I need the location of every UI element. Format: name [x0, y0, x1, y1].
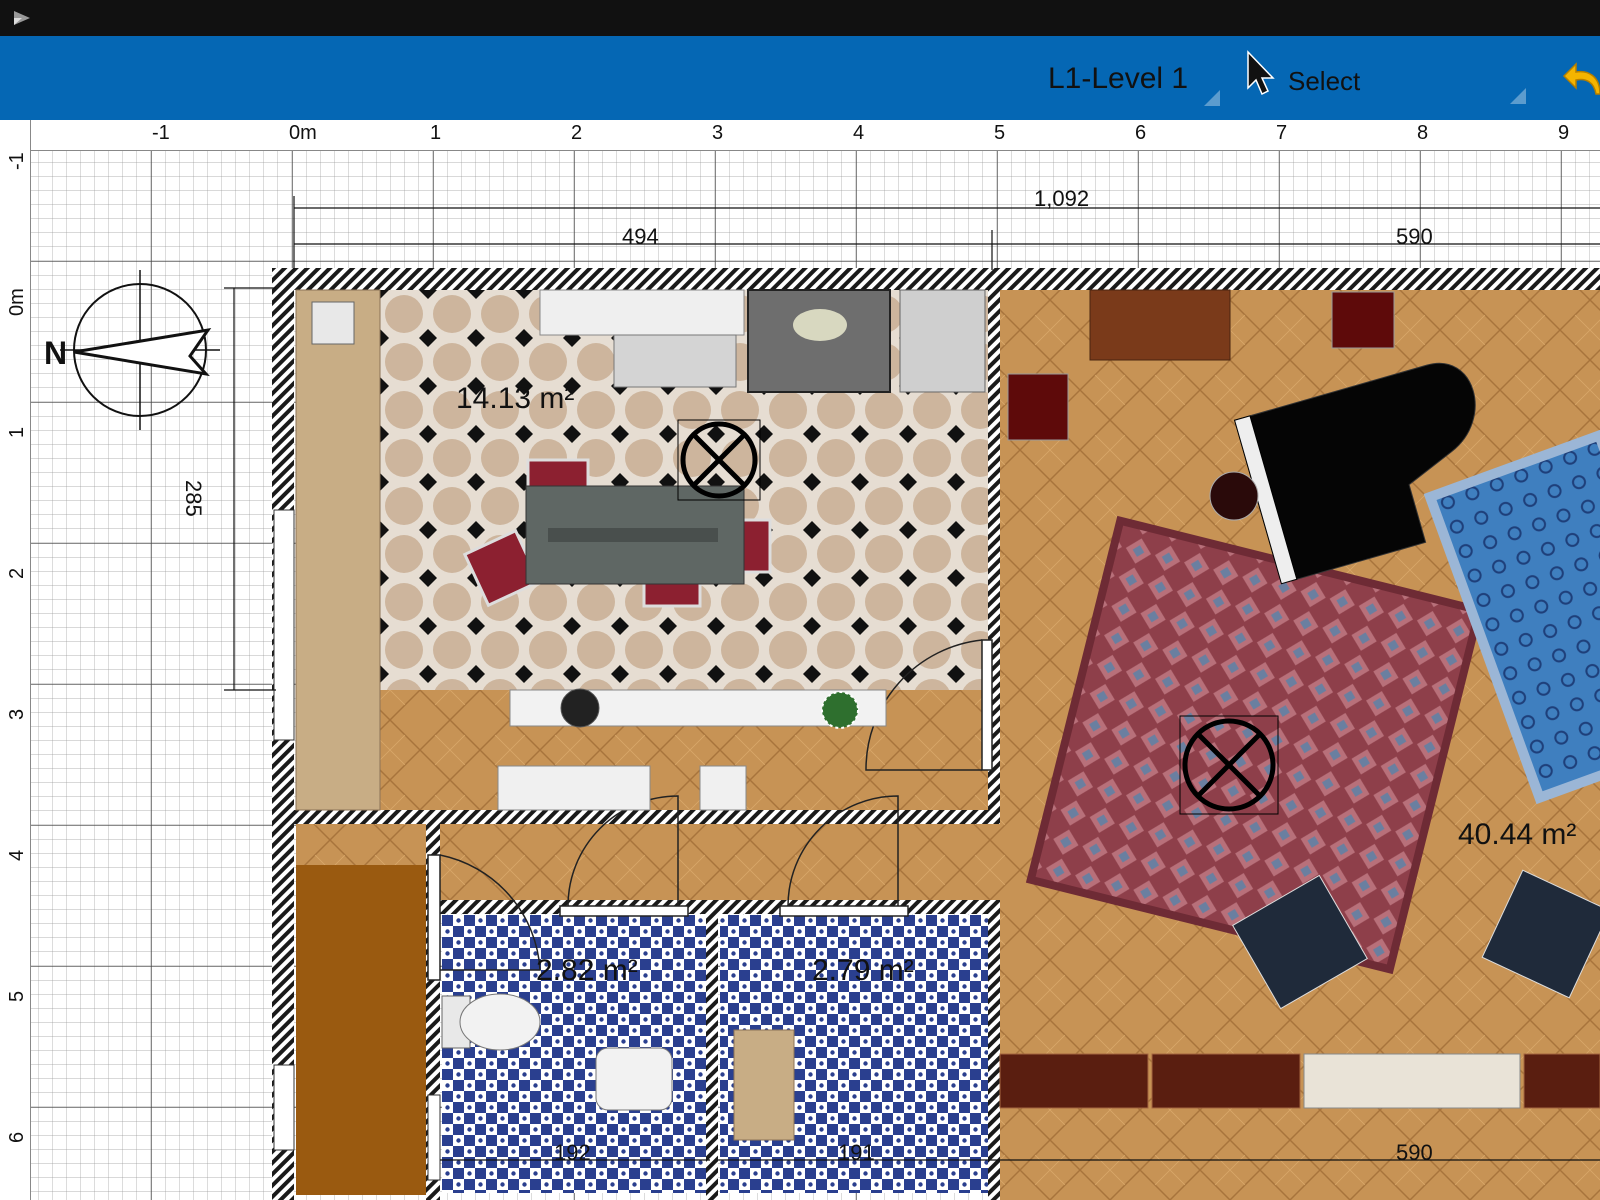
vertical-ruler[interactable]: -1 0m 1 2 3 4 5 6	[0, 120, 31, 1200]
bath1-door-side[interactable]	[427, 1094, 441, 1181]
living-bench-2[interactable]	[1151, 1053, 1301, 1109]
ruler-h-tick: 7	[1276, 122, 1288, 144]
dimension-living-width-top[interactable]: 590	[1396, 224, 1433, 250]
plant[interactable]	[821, 691, 859, 729]
ruler-h-tick: 6	[1135, 122, 1147, 144]
kitchen-stove[interactable]	[747, 289, 891, 393]
record-player[interactable]	[560, 688, 600, 728]
window-left-1[interactable]	[273, 509, 295, 741]
dimension-kitchen-height[interactable]: 285	[180, 480, 206, 517]
ruler-v-tick: 1	[6, 426, 28, 438]
kitchen-area-label[interactable]: 14.13 m²	[456, 382, 574, 416]
ruler-h-tick: 1	[430, 122, 442, 144]
dimension-living-width-bottom[interactable]: 590	[1396, 1140, 1433, 1166]
kitchen-bottom-counter[interactable]	[497, 765, 651, 811]
dimension-total-width[interactable]: 1,092	[1034, 186, 1089, 212]
living-bench-1[interactable]	[999, 1053, 1149, 1109]
horizontal-ruler[interactable]: -1 0m 1 2 3 4 5 6 7 8 9	[0, 120, 1600, 151]
toolbar: L1-Level 1 Select	[0, 36, 1600, 120]
washbasin[interactable]	[595, 1047, 673, 1111]
window-left-2[interactable]	[273, 1064, 295, 1151]
dimension-kitchen-width[interactable]: 494	[622, 224, 659, 250]
ruler-h-tick: -1	[152, 122, 170, 144]
floor-plan[interactable]: N	[0, 120, 1600, 1200]
ruler-h-tick: 2	[571, 122, 583, 144]
living-stool-2[interactable]	[1007, 373, 1069, 441]
ruler-h-tick: 4	[853, 122, 865, 144]
ruler-v-tick: 0m	[6, 288, 28, 316]
pointer-arrow-icon	[1247, 50, 1275, 96]
level-label: L1-Level 1	[1048, 62, 1189, 95]
mode-dropdown-indicator	[1510, 88, 1526, 104]
level-dropdown-indicator	[1204, 90, 1220, 106]
ruler-v-tick: 6	[6, 1131, 28, 1143]
ruler-h-tick: 8	[1417, 122, 1429, 144]
ruler-v-tick: 2	[6, 567, 28, 579]
ruler-h-tick: 3	[712, 122, 724, 144]
ruler-h-tick: 9	[1558, 122, 1570, 144]
bath1-area-label[interactable]: 2.82 m²	[536, 954, 638, 988]
living-sideboard[interactable]	[1089, 289, 1231, 361]
table-stretcher[interactable]	[548, 528, 718, 542]
ruler-h-tick: 5	[994, 122, 1006, 144]
dimension-bath2-width[interactable]: 191	[838, 1140, 875, 1166]
living-media-stand[interactable]	[1303, 1053, 1521, 1109]
status-bar	[0, 0, 1600, 36]
ruler-v-tick: 3	[6, 708, 28, 720]
app-logo-icon	[14, 11, 30, 25]
kitchen-sink-small[interactable]	[311, 301, 355, 345]
living-bench-3[interactable]	[1523, 1053, 1600, 1109]
level-selector[interactable]: L1-Level 1	[1040, 58, 1220, 106]
plan-canvas[interactable]: N -1 0m 1 2 3 4 5 6 7 8 9 -1 0m 1 2 3 4 …	[0, 120, 1600, 1200]
living-area-label[interactable]: 40.44 m²	[1458, 818, 1576, 852]
dimension-bath1-width[interactable]: 192	[554, 1140, 591, 1166]
ruler-h-tick: 0m	[289, 122, 317, 144]
stove-pan[interactable]	[793, 309, 847, 341]
kitchen-bottom-cabinet[interactable]	[699, 765, 747, 811]
mode-selector[interactable]: Select	[1238, 50, 1528, 106]
living-stool-1[interactable]	[1331, 291, 1395, 349]
kitchen-sink[interactable]	[613, 334, 737, 388]
compass-north-label: N	[44, 335, 67, 371]
kitchen-left-counter[interactable]	[295, 289, 381, 811]
bath2-area-label[interactable]: 2.79 m²	[812, 954, 914, 988]
piano-stool[interactable]	[1209, 471, 1259, 521]
ruler-v-tick: -1	[6, 152, 28, 170]
kitchen-fridge[interactable]	[899, 289, 986, 393]
bath2-cabinet[interactable]	[733, 1029, 795, 1141]
ruler-v-tick: 5	[6, 990, 28, 1002]
toilet[interactable]	[441, 993, 541, 1051]
kitchen-top-counter[interactable]	[539, 289, 745, 336]
closet[interactable]	[296, 865, 426, 1195]
mode-label: Select	[1288, 66, 1361, 96]
undo-icon[interactable]	[1562, 54, 1600, 104]
ruler-v-tick: 4	[6, 849, 28, 861]
